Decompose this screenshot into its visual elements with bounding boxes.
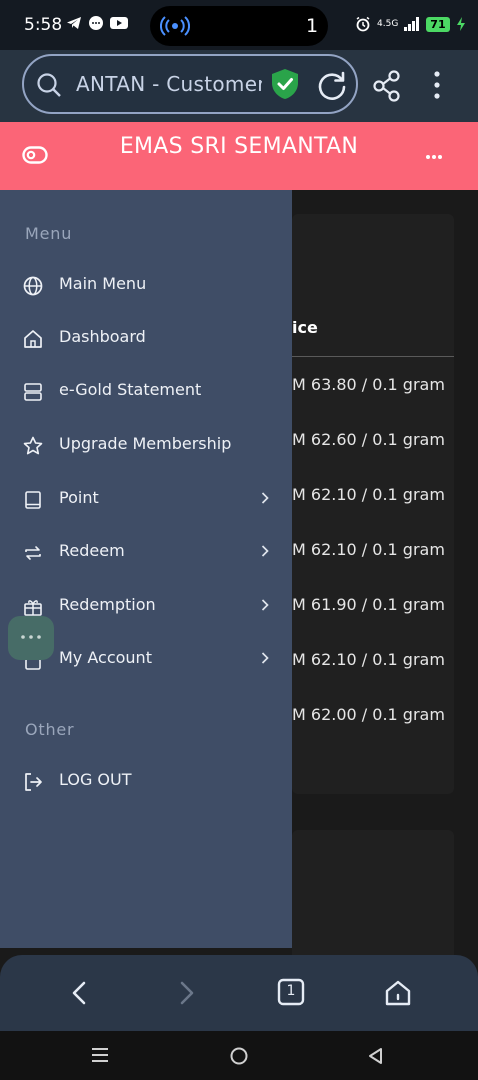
logout-icon [25,773,42,791]
exchange-icon [25,546,41,560]
alarm-icon [356,16,370,32]
home-button-icon[interactable] [229,1046,249,1066]
chevron-right-icon [261,545,269,557]
sidebar-item-dashboard[interactable]: Dashboard [0,316,292,362]
search-icon [37,73,61,97]
broadcast-icon [160,16,190,36]
sidebar-item-label: Redeem [59,541,125,560]
url-text[interactable]: ANTAN - Customer [76,72,262,96]
globe-icon [23,276,43,296]
sidebar-item-logout[interactable]: LOG OUT [0,759,292,805]
sidebar-item-label: Redemption [59,595,156,614]
page-title: EMAS SRI SEMANTAN [119,134,359,159]
more-horizontal-icon [21,635,41,639]
sidebar-item-redeem[interactable]: Redeem [0,530,292,576]
table-row: M 61.90 / 0.1 gram [292,595,445,614]
sidebar-item-upgrade-membership[interactable]: Upgrade Membership [0,423,292,469]
back-button-icon[interactable] [366,1046,384,1066]
home-icon[interactable] [383,978,413,1008]
sidebar-item-label: Dashboard [59,327,146,346]
server-icon [24,383,42,401]
notification-icons [66,15,128,31]
table-row: M 62.60 / 0.1 gram [292,430,445,449]
youtube-icon [110,17,128,29]
sidebar-item-label: e-Gold Statement [59,380,202,399]
status-time: 5:58 [24,15,63,35]
book-icon [25,491,41,509]
price-column-header: ice [292,318,318,337]
home-icon [24,330,42,348]
chevron-right-icon [261,652,269,664]
content-card [292,830,454,970]
table-row: M 63.80 / 0.1 gram [292,375,445,394]
chevron-right-icon [261,599,269,611]
gift-icon [24,600,42,616]
shield-check-icon[interactable] [270,68,300,100]
sidebar-item-label: Upgrade Membership [59,434,232,453]
reload-icon[interactable] [316,70,348,102]
section-label-other: Other [25,720,75,739]
sidebar-item-main-menu[interactable]: Main Menu [0,263,292,309]
section-label-menu: Menu [25,224,73,243]
chevron-right-icon [261,492,269,504]
telegram-icon [67,17,81,29]
table-row: M 62.10 / 0.1 gram [292,485,445,504]
share-icon[interactable] [372,70,402,102]
table-row: M 62.00 / 0.1 gram [292,705,445,724]
sidebar-item-label: My Account [59,648,152,667]
sidebar-item-label: Main Menu [59,274,147,293]
island-count: 1 [306,15,319,37]
table-divider [292,356,454,357]
tab-count: 1 [286,983,296,999]
more-horizontal-icon[interactable] [425,154,443,160]
network-type: 4.5G [377,19,399,29]
table-row: M 62.10 / 0.1 gram [292,650,445,669]
back-arrow-icon[interactable] [66,978,94,1008]
battery-level: 71 [426,16,450,32]
charging-icon [456,17,465,31]
table-row: M 62.10 / 0.1 gram [292,540,445,559]
more-vertical-icon[interactable] [432,70,442,100]
sidebar-item-label: LOG OUT [59,770,132,789]
forward-arrow-icon[interactable] [172,978,200,1008]
sidebar-item-point[interactable]: Point [0,477,292,523]
sidebar-item-label: Point [59,488,99,507]
chat-bubble-icon [89,16,103,30]
sidebar-item-egold-statement[interactable]: e-Gold Statement [0,369,292,415]
recent-apps-icon[interactable] [90,1046,110,1064]
system-status: 4.5G 71 [355,16,466,32]
star-icon [23,436,43,455]
signal-icon [404,17,420,31]
